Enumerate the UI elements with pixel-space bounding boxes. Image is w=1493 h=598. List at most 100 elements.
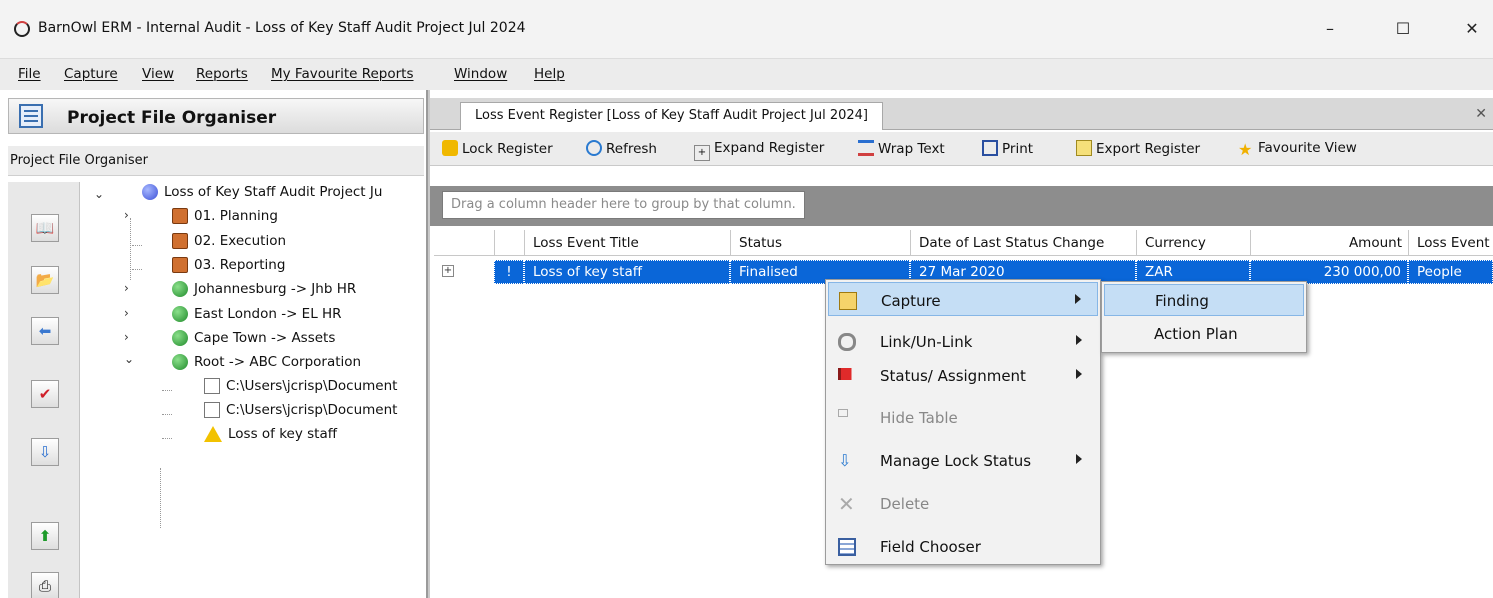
tree-item-east-london[interactable]: East London -> EL HR	[172, 306, 342, 328]
export-register-button[interactable]: Export Register	[1076, 140, 1200, 157]
document-icon	[204, 378, 220, 394]
menu-item-capture[interactable]: Capture	[828, 282, 1098, 316]
title-bar: BarnOwl ERM - Internal Audit - Loss of K…	[0, 0, 1493, 58]
tree-guide	[130, 218, 131, 280]
cell-category: People	[1408, 260, 1493, 284]
checkmark-icon[interactable]: ✔	[31, 380, 59, 408]
lock-register-button[interactable]: Lock Register	[442, 140, 553, 157]
column-header-flag[interactable]	[494, 230, 524, 256]
tab-strip: Loss Event Register [Loss of Key Staff A…	[430, 98, 1493, 130]
column-header-currency[interactable]: Currency	[1136, 230, 1250, 256]
menu-reports[interactable]: Reports	[196, 66, 248, 82]
tree-item-reporting[interactable]: 03. Reporting	[172, 257, 285, 279]
column-header-expand[interactable]	[434, 230, 494, 256]
vertical-toolbar: 📖 📂 ⬅ ✔ ⇩ ⬆ ⎙	[8, 182, 80, 598]
expander-closed-icon[interactable]: ›	[124, 306, 129, 320]
tree-guide	[162, 438, 172, 439]
back-arrow-icon[interactable]: ⬅	[31, 317, 59, 345]
tree-item-document-2[interactable]: C:\Users\jcrisp\Document	[204, 402, 397, 424]
menu-my-favourite-reports[interactable]: My Favourite Reports	[271, 66, 414, 82]
tree-item-document-1[interactable]: C:\Users\jcrisp\Document	[204, 378, 397, 400]
group-by-area[interactable]: Drag a column header here to group by th…	[430, 186, 1493, 226]
wrap-text-icon	[858, 140, 874, 156]
column-header-status[interactable]: Status	[730, 230, 910, 256]
green-globe-icon	[172, 330, 188, 346]
field-chooser-icon	[838, 538, 856, 556]
folder-icon	[172, 233, 188, 249]
folder-icon	[172, 257, 188, 273]
project-file-organiser-panel: Project File Organiser Project File Orga…	[0, 90, 428, 598]
export-icon	[1076, 140, 1092, 156]
menu-item-manage-lock-status[interactable]: ⇩ Manage Lock Status	[828, 443, 1098, 477]
tree-item-johannesburg[interactable]: Johannesburg -> Jhb HR	[172, 281, 356, 303]
tree-item-root[interactable]: Root -> ABC Corporation	[172, 354, 361, 376]
warning-icon	[204, 426, 222, 442]
green-globe-icon	[172, 281, 188, 297]
menu-item-delete[interactable]: ✕ Delete	[828, 486, 1098, 520]
open-folder-icon[interactable]: 📂	[31, 266, 59, 294]
project-tree: ⌄ Loss of Key Staff Audit Project Ju › 0…	[80, 182, 426, 598]
column-header-date[interactable]: Date of Last Status Change	[910, 230, 1136, 256]
capture-icon	[839, 292, 857, 310]
panel-header: Project File Organiser	[8, 98, 424, 134]
refresh-button[interactable]: Refresh	[586, 140, 657, 157]
tree-guide	[132, 245, 142, 246]
print-button[interactable]: Print	[982, 140, 1033, 157]
tree-guide	[162, 390, 172, 391]
expand-register-button[interactable]: + Expand Register	[694, 140, 824, 161]
hide-table-icon	[838, 409, 848, 417]
group-by-hint: Drag a column header here to group by th…	[442, 191, 805, 219]
lock-icon	[442, 140, 458, 156]
tree-item-planning[interactable]: 01. Planning	[172, 208, 278, 230]
tree-item-project[interactable]: Loss of Key Staff Audit Project Ju	[142, 184, 382, 206]
cell-title: Loss of key staff	[524, 260, 730, 284]
maximize-button[interactable]: ☐	[1383, 14, 1423, 44]
tab-close-icon[interactable]: ✕	[1475, 106, 1487, 122]
context-menu: Capture Link/Un-Link Status/ Assignment …	[825, 279, 1101, 565]
print-icon[interactable]: ⎙	[31, 572, 59, 598]
book-icon[interactable]: 📖	[31, 214, 59, 242]
tree-item-loss-of-key-staff[interactable]: Loss of key staff	[204, 426, 337, 448]
row-expand-icon[interactable]: +	[442, 265, 454, 277]
submenu-item-finding[interactable]: Finding	[1104, 284, 1304, 316]
column-header-title[interactable]: Loss Event Title	[524, 230, 730, 256]
expander-open-icon[interactable]: ⌄	[94, 187, 104, 201]
tree-item-cape-town[interactable]: Cape Town -> Assets	[172, 330, 335, 352]
expander-open-icon[interactable]: ⌄	[124, 352, 134, 366]
menu-file[interactable]: File	[18, 66, 41, 82]
lock-status-icon: ⇩	[838, 451, 852, 470]
expander-closed-icon[interactable]: ›	[124, 330, 129, 344]
submenu-arrow-icon	[1076, 335, 1082, 345]
menu-item-status-assignment[interactable]: Status/ Assignment	[828, 358, 1098, 392]
menu-item-hide-table[interactable]: Hide Table	[828, 400, 1098, 434]
menu-capture[interactable]: Capture	[64, 66, 118, 82]
tab-loss-event-register[interactable]: Loss Event Register [Loss of Key Staff A…	[460, 102, 883, 130]
menu-item-field-chooser[interactable]: Field Chooser	[828, 529, 1098, 563]
menu-item-link-unlink[interactable]: Link/Un-Link	[828, 324, 1098, 358]
close-button[interactable]: ✕	[1452, 14, 1492, 44]
submenu-item-action-plan[interactable]: Action Plan	[1104, 318, 1304, 350]
panel-subtitle: Project File Organiser	[10, 153, 149, 168]
menu-view[interactable]: View	[142, 66, 174, 82]
green-globe-icon	[172, 306, 188, 322]
minimize-button[interactable]: –	[1310, 14, 1350, 44]
tree-item-execution[interactable]: 02. Execution	[172, 233, 286, 255]
delete-icon: ✕	[838, 492, 855, 516]
expander-closed-icon[interactable]: ›	[124, 208, 129, 222]
barnowl-app-icon	[14, 21, 30, 37]
column-header-loss-event[interactable]: Loss Event	[1408, 230, 1493, 256]
import-icon[interactable]: ⇩	[31, 438, 59, 466]
menu-window[interactable]: Window	[454, 66, 507, 82]
favourite-view-button[interactable]: ★ Favourite View	[1238, 140, 1357, 158]
wrap-text-button[interactable]: Wrap Text	[858, 140, 945, 157]
flag-icon	[838, 368, 856, 380]
move-up-icon[interactable]: ⬆	[31, 522, 59, 550]
menu-help[interactable]: Help	[534, 66, 565, 82]
organiser-icon	[19, 104, 43, 128]
tree-guide	[160, 468, 161, 528]
column-header-amount[interactable]: Amount	[1250, 230, 1408, 256]
panel-title: Project File Organiser	[67, 108, 277, 128]
grid-header: Loss Event Title Status Date of Last Sta…	[434, 230, 1493, 256]
capture-submenu: Finding Action Plan	[1101, 281, 1307, 353]
expander-closed-icon[interactable]: ›	[124, 281, 129, 295]
